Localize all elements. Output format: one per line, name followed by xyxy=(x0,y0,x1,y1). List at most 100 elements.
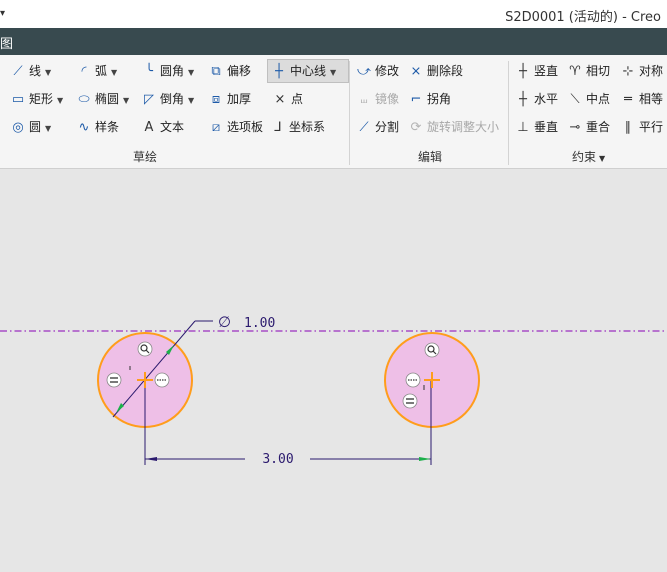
chamfer-button[interactable]: ◸ 倒角 ▼ xyxy=(141,88,194,110)
thicken-icon: ⧈ xyxy=(211,92,221,107)
centerline-button[interactable]: ┼ 中心线 ▼ xyxy=(267,59,349,83)
perpendicular-constraint-button[interactable]: ⊥ 垂直 xyxy=(515,116,558,138)
circle-label: 圆 xyxy=(29,120,42,134)
palette-icon: ⧄ xyxy=(211,120,221,135)
mirror-label: 镜像 xyxy=(375,92,400,106)
coord-sys-button[interactable]: ⅃ 坐标系 xyxy=(270,116,325,138)
point-label: 点 xyxy=(291,92,304,106)
arc-button[interactable]: ◜ 弧 ▼ xyxy=(76,60,117,82)
tangent-constraint-icon[interactable] xyxy=(424,342,440,358)
centerline-icon: ┼ xyxy=(275,64,283,79)
fillet-label: 圆角 xyxy=(160,64,185,78)
spline-button[interactable]: ∿ 样条 xyxy=(76,116,119,138)
modify-button[interactable]: ⤻ 修改 xyxy=(356,60,399,82)
coord-sys-icon: ⅃ xyxy=(274,120,282,135)
rotate-resize-icon: ⟳ xyxy=(410,120,422,135)
rotate-resize-label: 旋转调整大小 xyxy=(427,120,500,134)
symmetric-constraint-button[interactable]: ⊹ 对称 xyxy=(620,60,663,82)
horizontal-constraint-button[interactable]: ┼ 水平 xyxy=(515,88,558,110)
circle-button[interactable]: ◎ 圆 ▼ xyxy=(10,116,51,138)
corner-icon: ⌐ xyxy=(410,92,422,107)
delete-segment-label: 删除段 xyxy=(427,64,464,78)
thicken-button[interactable]: ⧈ 加厚 xyxy=(208,88,251,110)
chevron-down-icon[interactable]: ▼ xyxy=(45,68,51,77)
modify-icon: ⤻ xyxy=(357,64,371,79)
coincident-constraint-button[interactable]: ⊸ 重合 xyxy=(567,116,610,138)
midpoint-constraint-button[interactable]: ⟍ 中点 xyxy=(567,88,610,110)
corner-label: 拐角 xyxy=(427,92,452,106)
chamfer-label: 倒角 xyxy=(160,92,185,106)
chevron-down-icon[interactable]: ▼ xyxy=(45,124,51,133)
rectangle-icon: ▭ xyxy=(11,92,25,107)
sketch-canvas[interactable]: 3.00 ∅ 1.00 xyxy=(0,169,667,569)
ribbon: ⟋ 线 ▼ ◜ 弧 ▼ ╰ 圆角 ▼ ⧉ 偏移 ┼ 中心线 ▼ ▭ 矩形 ▼ ⬭ 椭圆 ▼ ◸ 倒角 ▼ ⧈ 加… xyxy=(0,55,667,169)
delete-segment-button[interactable]: ⨯ 删除段 xyxy=(408,60,463,82)
equal-constraint-icon[interactable] xyxy=(106,372,122,388)
midpoint-label: 中点 xyxy=(586,92,611,106)
fillet-button[interactable]: ╰ 圆角 ▼ xyxy=(141,60,194,82)
coincident-label: 重合 xyxy=(586,120,611,134)
arrowhead xyxy=(145,457,157,461)
spline-label: 样条 xyxy=(95,120,120,134)
divide-label: 分割 xyxy=(375,120,400,134)
chevron-down-icon[interactable]: ▼ xyxy=(330,68,336,77)
chamfer-icon: ◸ xyxy=(144,92,154,107)
vertical-constraint-button[interactable]: ┼ 竖直 xyxy=(515,60,558,82)
horizontal-icon: ┼ xyxy=(519,92,527,107)
circle-icon: ◎ xyxy=(12,120,24,135)
parallel-constraint-button[interactable]: ∥ 平行 xyxy=(620,116,663,138)
constrain-group-dropdown[interactable]: 约束 ▼ xyxy=(572,148,605,165)
line-label: 线 xyxy=(29,64,42,78)
divide-button[interactable]: ⟋ 分割 xyxy=(356,116,399,138)
coord-sys-label: 坐标系 xyxy=(289,120,326,134)
parallel-label: 平行 xyxy=(639,120,664,134)
rectangle-button[interactable]: ▭ 矩形 ▼ xyxy=(10,88,63,110)
offset-button[interactable]: ⧉ 偏移 xyxy=(208,60,251,82)
arc-label: 弧 xyxy=(95,64,108,78)
mirror-button[interactable]: ⧢ 镜像 xyxy=(356,88,399,110)
text-label: 文本 xyxy=(160,120,185,134)
divider xyxy=(349,61,350,165)
chevron-down-icon[interactable]: ▼ xyxy=(188,96,194,105)
chevron-down-icon[interactable]: ▼ xyxy=(57,96,63,105)
arrowhead xyxy=(419,457,431,461)
fillet-icon: ╰ xyxy=(145,64,153,79)
tangent-constraint-button[interactable]: ♈ 相切 xyxy=(567,60,610,82)
quick-access-dropdown-icon[interactable]: ▾ xyxy=(0,8,5,19)
offset-icon: ⧉ xyxy=(211,64,221,79)
sketch-group-label: 草绘 xyxy=(133,150,158,164)
horizontal-constraint-icon[interactable] xyxy=(154,372,170,388)
text-icon: A xyxy=(144,120,154,135)
edit-group-label: 编辑 xyxy=(418,150,443,164)
chevron-down-icon[interactable]: ▼ xyxy=(111,68,117,77)
rotate-resize-button[interactable]: ⟳ 旋转调整大小 xyxy=(408,116,499,138)
thicken-label: 加厚 xyxy=(227,92,252,106)
chevron-down-icon[interactable]: ▼ xyxy=(188,68,194,77)
point-button[interactable]: × 点 xyxy=(272,88,303,110)
equal-constraint-button[interactable]: ═ 相等 xyxy=(620,88,663,110)
parallel-icon: ∥ xyxy=(624,120,632,135)
symmetric-label: 对称 xyxy=(639,64,664,78)
delete-segment-icon: ⨯ xyxy=(410,64,422,79)
line-button[interactable]: ⟋ 线 ▼ xyxy=(10,60,51,82)
tangent-constraint-icon[interactable] xyxy=(137,341,153,357)
equal-label: 相等 xyxy=(639,92,664,106)
spline-icon: ∿ xyxy=(78,120,90,135)
palette-button[interactable]: ⧄ 选项板 xyxy=(208,116,263,138)
diameter-dimension-value[interactable]: 1.00 xyxy=(244,316,275,331)
text-button[interactable]: A 文本 xyxy=(141,116,184,138)
chevron-down-icon[interactable]: ▼ xyxy=(123,96,129,105)
equal-constraint-icon[interactable] xyxy=(402,393,418,409)
menu-bar: 图 xyxy=(0,28,667,55)
ellipse-button[interactable]: ⬭ 椭圆 ▼ xyxy=(76,88,129,110)
sketch-svg: 3.00 ∅ 1.00 xyxy=(0,313,667,467)
modify-label: 修改 xyxy=(375,64,400,78)
horizontal-constraint-icon[interactable] xyxy=(405,372,421,388)
coincident-icon: ⊸ xyxy=(569,120,581,135)
perpendicular-label: 垂直 xyxy=(534,120,559,134)
corner-button[interactable]: ⌐ 拐角 xyxy=(408,88,451,110)
title-bar: ▾ S2D0001 (活动的) - Creo xyxy=(0,0,667,28)
tab-view[interactable]: 图 xyxy=(0,33,13,52)
tangent-icon: ♈ xyxy=(569,64,581,79)
distance-dimension-value[interactable]: 3.00 xyxy=(262,452,293,467)
